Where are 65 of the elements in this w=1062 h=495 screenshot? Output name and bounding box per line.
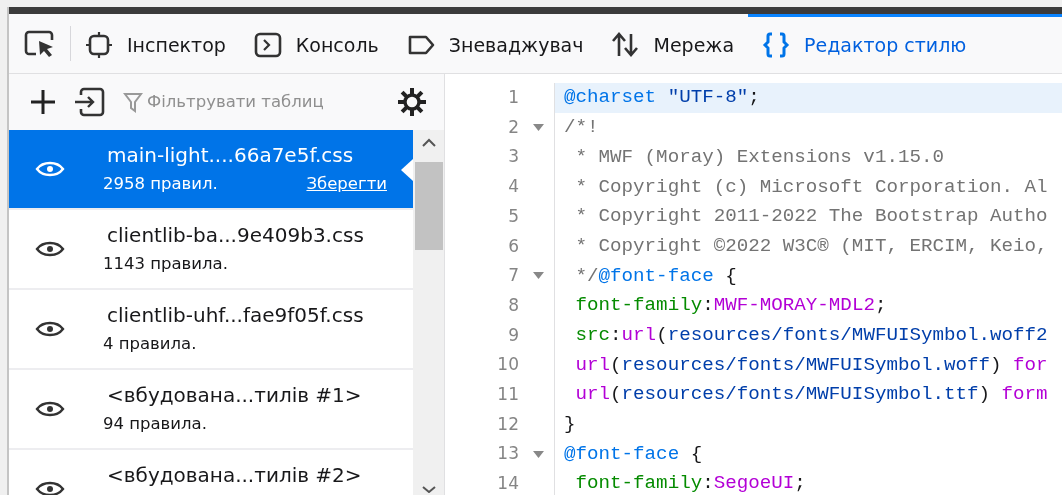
code-line: * Copyright ©2022 W3C® (MIT, ERCIM, Keio,	[574, 233, 1049, 259]
element-picker-icon	[23, 29, 56, 58]
stylesheet-item[interactable]: main-light....66a7e5f.css 2958 правил. Зберегти	[9, 130, 413, 210]
code-line: * MWF (Moray) Extensions v1.15.0	[574, 144, 945, 170]
devtools-tab[interactable]: Зневаджувач	[392, 14, 598, 73]
save-link[interactable]: Зберегти	[306, 172, 387, 197]
code-line: * Copyright (c) Microsoft Corporation. Al	[574, 174, 1049, 200]
code-line: }	[563, 412, 577, 437]
code-line: src:url(resources/fonts/MWFUISymbol.woff2	[574, 322, 1049, 348]
code-line: */@font-face {	[574, 263, 738, 289]
code-line: @font-face {	[563, 441, 704, 467]
stylesheet-name: <вбудована...тилів #1>	[106, 382, 363, 409]
settings-icon	[397, 87, 427, 117]
devtools-tab[interactable]: Інспектор	[71, 14, 240, 73]
devtools-tab[interactable]: Консоль	[239, 14, 393, 73]
console-icon	[253, 31, 282, 59]
stylesheet-name: <вбудована...тилів #2>	[106, 462, 363, 489]
code-line: font-family:SegoeUI;	[574, 471, 807, 495]
eye-icon	[35, 240, 65, 258]
code-line: url(resources/fonts/MWFUISymbol.ttf) form	[574, 382, 1049, 408]
line-number: 1	[507, 86, 519, 110]
code-line: /*!	[563, 115, 600, 141]
rule-count: 94 правила.	[103, 413, 207, 435]
import-icon	[73, 87, 105, 117]
inspector-icon	[85, 31, 113, 59]
line-number: 11	[496, 382, 519, 406]
eye-icon	[35, 480, 65, 495]
line-number: 12	[496, 412, 519, 436]
line-number: 14	[496, 472, 519, 495]
code-line: url(resources/fonts/MWFUISymbol.woff) for	[574, 352, 1049, 378]
rule-count: 2958 правил.	[103, 173, 218, 195]
selection-pointer-icon	[401, 159, 413, 181]
fold-arrow-icon[interactable]	[533, 124, 544, 132]
scrollbar-thumb[interactable]	[414, 162, 443, 250]
devtools-tab[interactable]: Редактор стилю	[748, 14, 1062, 73]
line-number: 4	[507, 175, 519, 199]
line-number: 9	[507, 323, 519, 347]
line-number: 7	[507, 264, 519, 288]
stylesheet-name: main-light....66a7e5f.css	[106, 142, 355, 169]
eye-icon	[35, 400, 65, 418]
line-number: 10	[496, 353, 519, 377]
plus-icon	[29, 88, 57, 116]
fold-arrow-icon[interactable]	[533, 272, 544, 280]
devtools-tab[interactable]: Мережа	[597, 14, 749, 73]
code-line: font-family:MWF-MORAY-MDL2;	[574, 293, 888, 319]
rule-count: 1143 правила.	[103, 253, 228, 275]
rule-count: 4 правила.	[103, 333, 197, 355]
line-number: 3	[507, 145, 519, 169]
up-down-arrows-icon	[611, 31, 640, 59]
eye-icon	[35, 160, 65, 178]
stylesheet-name: clientlib-ba...9e409b3.css	[106, 222, 365, 249]
stylesheet-name: clientlib-uhf...fae9f05f.css	[106, 302, 365, 329]
fold-arrow-icon[interactable]	[533, 450, 544, 458]
line-number: 13	[496, 442, 519, 466]
line-number: 6	[507, 234, 519, 258]
scroll-down-icon[interactable]	[420, 485, 437, 493]
braces-icon	[762, 31, 791, 59]
eye-icon	[35, 320, 65, 338]
line-number: 5	[507, 204, 519, 228]
scroll-up-icon[interactable]	[420, 138, 437, 148]
filter-icon	[123, 91, 143, 113]
line-number: 2	[507, 115, 519, 139]
line-number: 8	[507, 293, 519, 317]
code-line: * Copyright 2011-2022 The Bootstrap Autho	[574, 204, 1049, 230]
scrollbar[interactable]	[413, 130, 444, 495]
